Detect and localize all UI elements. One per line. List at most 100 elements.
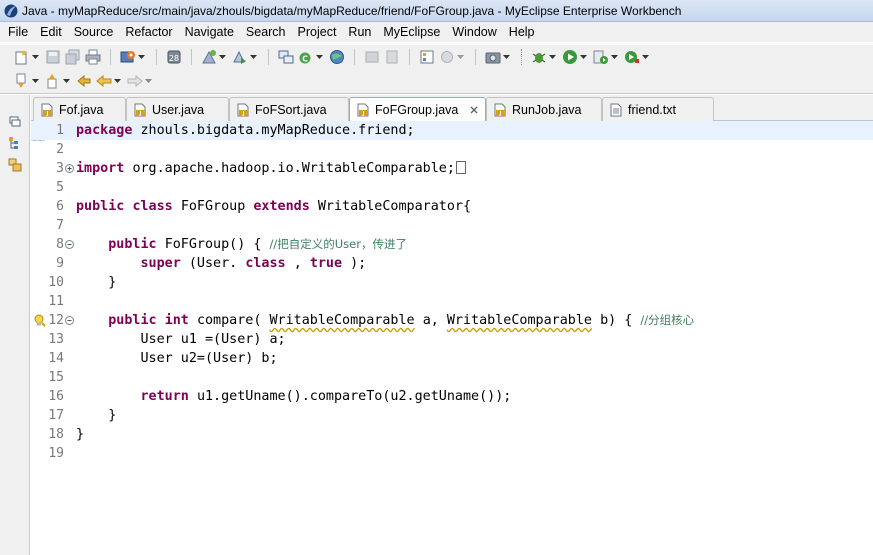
menu-search[interactable]: Search xyxy=(240,22,292,42)
server-dropdown-arrow-icon[interactable] xyxy=(138,49,145,65)
back-arrow-icon[interactable] xyxy=(96,73,112,89)
hierarchy-view-icon[interactable] xyxy=(8,158,22,172)
navigation-toolbar xyxy=(0,68,873,94)
print-icon[interactable] xyxy=(85,49,101,65)
code-line[interactable]: 19 xyxy=(31,444,873,463)
save-icon[interactable] xyxy=(45,49,61,65)
external-tools-icon[interactable] xyxy=(624,49,640,65)
line-number: 6 xyxy=(56,199,64,214)
deploy-icon[interactable] xyxy=(201,49,217,65)
editor-tab-fof-java[interactable]: J Fof.java xyxy=(33,97,126,121)
code-line[interactable]: 18} xyxy=(31,425,873,444)
svg-text:J: J xyxy=(139,111,142,117)
code-token: compare( xyxy=(196,313,262,328)
warning-lightbulb-icon[interactable] xyxy=(33,314,46,327)
deploy-dropdown-arrow-icon[interactable] xyxy=(219,49,226,65)
menu-myeclipse[interactable]: MyEclipse xyxy=(377,22,446,42)
code-line[interactable]: 3 import org.apache.hadoop.io.WritableCom… xyxy=(31,159,873,178)
collapsed-region-marker[interactable] xyxy=(455,161,466,174)
line-number: 16 xyxy=(48,389,64,404)
code-line[interactable]: 5 xyxy=(31,178,873,197)
editor-tab-friend-txt[interactable]: friend.txt xyxy=(602,97,714,121)
code-line[interactable]: 2 xyxy=(31,140,873,159)
code-line[interactable]: 15 xyxy=(31,368,873,387)
line-number: 14 xyxy=(48,351,64,366)
debug-icon[interactable] xyxy=(531,49,547,65)
previous-annotation-dropdown-arrow-icon[interactable] xyxy=(63,73,70,89)
server-gear-icon[interactable] xyxy=(120,49,136,65)
keyword-token: class xyxy=(132,199,173,214)
camera-dropdown-arrow-icon[interactable] xyxy=(503,49,510,65)
menu-window[interactable]: Window xyxy=(446,22,502,42)
open-type-icon[interactable] xyxy=(278,49,294,65)
new-class-dropdown-arrow-icon[interactable] xyxy=(316,49,323,65)
code-line[interactable]: 13 User u1 =(User) a; xyxy=(31,330,873,349)
coverage-icon[interactable] xyxy=(593,49,609,65)
restore-view-icon[interactable] xyxy=(8,115,22,129)
code-line[interactable]: 14 User u2=(User) b; xyxy=(31,349,873,368)
code-line[interactable]: 1 package zhouls.bigdata.myMapReduce.frie… xyxy=(31,121,873,140)
last-edit-location-icon[interactable] xyxy=(76,73,92,89)
menu-file[interactable]: File xyxy=(2,22,34,42)
run-server-dropdown-arrow-icon[interactable] xyxy=(250,49,257,65)
code-text: } xyxy=(76,406,116,425)
camera-icon[interactable] xyxy=(485,49,501,65)
database-explorer-icon[interactable]: 28 xyxy=(166,49,182,65)
code-line[interactable]: 11 xyxy=(31,292,873,311)
code-token: User u1 =(User) a; xyxy=(140,332,286,347)
code-line[interactable]: 9 super (User. class , true ); xyxy=(31,254,873,273)
svg-text:28: 28 xyxy=(169,54,179,63)
editor-tab-fofsort-java[interactable]: J FoFSort.java xyxy=(229,97,349,121)
run-server-icon[interactable] xyxy=(232,49,248,65)
fold-expand-icon[interactable] xyxy=(65,164,74,173)
editor-tab-user-java[interactable]: J User.java xyxy=(126,97,229,121)
external-tools-dropdown-arrow-icon[interactable] xyxy=(642,49,649,65)
new-wizard-icon[interactable] xyxy=(14,49,30,65)
code-line[interactable]: 7 xyxy=(31,216,873,235)
menu-run[interactable]: Run xyxy=(342,22,377,42)
next-annotation-icon[interactable] xyxy=(14,73,30,89)
line-number: 9 xyxy=(56,256,64,271)
disabled-action-icon xyxy=(384,49,400,65)
line-number: 19 xyxy=(48,446,64,461)
code-token: FoFGroup() { xyxy=(164,237,262,252)
run-dropdown-arrow-icon[interactable] xyxy=(580,49,587,65)
next-annotation-dropdown-arrow-icon[interactable] xyxy=(32,73,39,89)
svg-text:J: J xyxy=(362,111,365,117)
fold-collapse-icon[interactable] xyxy=(65,316,74,325)
debug-dropdown-arrow-icon[interactable] xyxy=(549,49,556,65)
code-line[interactable]: 8 public FoFGroup() { //把自定义的User，传进了 xyxy=(31,235,873,254)
save-all-icon[interactable] xyxy=(65,49,81,65)
menu-help[interactable]: Help xyxy=(503,22,541,42)
editor-tab-fofgroup-java[interactable]: J FoFGroup.java xyxy=(349,97,486,122)
close-tab-icon[interactable] xyxy=(468,104,480,116)
menu-edit[interactable]: Edit xyxy=(34,22,68,42)
menu-refactor[interactable]: Refactor xyxy=(119,22,178,42)
properties-icon[interactable] xyxy=(419,49,435,65)
back-dropdown-arrow-icon[interactable] xyxy=(114,73,121,89)
toolbar-separator xyxy=(191,49,192,65)
code-line[interactable]: 6 public class FoFGroup extends WritableC… xyxy=(31,197,873,216)
run-icon[interactable] xyxy=(562,49,578,65)
tab-label: User.java xyxy=(152,102,205,117)
new-dropdown-arrow-icon[interactable] xyxy=(32,49,39,65)
code-token: } xyxy=(108,275,117,290)
code-line[interactable]: 17 } xyxy=(31,406,873,425)
menu-project[interactable]: Project xyxy=(292,22,343,42)
keyword-token: package xyxy=(76,123,133,138)
code-editor[interactable]: 1 package zhouls.bigdata.myMapReduce.frie… xyxy=(31,121,873,555)
code-token: WritableComparator{ xyxy=(317,199,472,214)
new-class-icon[interactable]: C xyxy=(298,49,314,65)
code-line[interactable]: 12 public int compare( WritableComparabl… xyxy=(31,311,873,330)
menu-source[interactable]: Source xyxy=(68,22,120,42)
code-line[interactable]: 10 } xyxy=(31,273,873,292)
previous-annotation-icon[interactable] xyxy=(45,73,61,89)
comment-token: //分组核心 xyxy=(640,313,695,327)
web-browser-icon[interactable] xyxy=(329,49,345,65)
fold-collapse-icon[interactable] xyxy=(65,240,74,249)
coverage-dropdown-arrow-icon[interactable] xyxy=(611,49,618,65)
package-explorer-icon[interactable] xyxy=(8,136,22,150)
editor-tab-runjob-java[interactable]: J RunJob.java xyxy=(486,97,602,121)
code-line[interactable]: 16 return u1.getUname().compareTo(u2.get… xyxy=(31,387,873,406)
menu-navigate[interactable]: Navigate xyxy=(179,22,240,42)
